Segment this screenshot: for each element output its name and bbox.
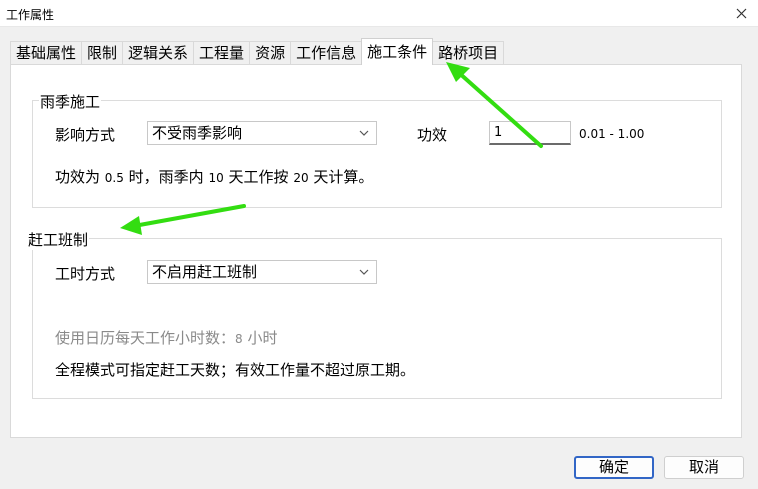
calendar-hours-part: 小时 xyxy=(247,329,278,347)
chevron-down-icon xyxy=(359,269,369,275)
rain-desc-number: 20 xyxy=(293,171,309,185)
title-bar: 工作属性 xyxy=(0,0,758,27)
efficiency-label: 功效 xyxy=(417,126,448,144)
tab-constraints[interactable]: 限制 xyxy=(81,41,124,65)
chevron-down-icon xyxy=(359,130,369,136)
calendar-hours-part: 使用日历每天工作小时数： xyxy=(55,329,236,347)
tab-basic-properties[interactable]: 基础属性 xyxy=(10,41,83,65)
rain-desc-part: 功效为 xyxy=(55,168,101,186)
rush-note: 全程模式可指定赶工天数；有效工作量不超过原工期。 xyxy=(55,361,416,379)
close-icon[interactable] xyxy=(732,4,750,22)
efficiency-range: 0.01 - 1.00 xyxy=(579,127,645,141)
rush-shift-title: 赶工班制 xyxy=(27,229,90,250)
rain-mode-value: 不受雨季影响 xyxy=(152,124,243,142)
work-hours-mode-select[interactable]: 不启用赶工班制 xyxy=(147,260,377,284)
rain-desc-part: 时，雨季内 xyxy=(128,168,204,186)
rain-season-group xyxy=(32,100,722,208)
tab-strip: 基础属性 限制 逻辑关系 工程量 资源 工作信息 施工条件 路桥项目 xyxy=(10,38,505,65)
rain-description: 功效为 0.5 时，雨季内 10 天工作按 20 天计算。 xyxy=(55,166,373,187)
rain-season-title: 雨季施工 xyxy=(39,91,102,112)
ok-button[interactable]: 确定 xyxy=(574,456,654,479)
tab-logic-relations[interactable]: 逻辑关系 xyxy=(122,41,195,65)
work-hours-mode-value: 不启用赶工班制 xyxy=(152,263,258,281)
tab-quantities[interactable]: 工程量 xyxy=(193,41,251,65)
rain-mode-label: 影响方式 xyxy=(55,126,116,144)
cancel-button[interactable]: 取消 xyxy=(664,456,744,479)
rain-desc-part: 天工作按 xyxy=(228,168,289,186)
tab-resources[interactable]: 资源 xyxy=(249,41,292,65)
rain-desc-part: 天计算。 xyxy=(313,168,374,186)
window-title: 工作属性 xyxy=(6,8,55,22)
tab-work-info[interactable]: 工作信息 xyxy=(290,41,363,65)
calendar-hours-text: 使用日历每天工作小时数：8 小时 xyxy=(55,327,277,348)
efficiency-input[interactable]: 1 xyxy=(489,121,571,145)
calendar-hours-number: 8 xyxy=(235,332,243,346)
tab-road-bridge-items[interactable]: 路桥项目 xyxy=(432,41,505,65)
work-hours-mode-label: 工时方式 xyxy=(55,265,116,283)
rain-mode-select[interactable]: 不受雨季影响 xyxy=(147,121,377,145)
rain-desc-number: 0.5 xyxy=(104,171,124,185)
tab-panel: 雨季施工 影响方式 不受雨季影响 功效 1 0.01 - 1.00 功效为 0.… xyxy=(10,64,742,438)
tab-construction-conditions[interactable]: 施工条件 xyxy=(361,38,434,65)
rain-desc-number: 10 xyxy=(208,171,224,185)
